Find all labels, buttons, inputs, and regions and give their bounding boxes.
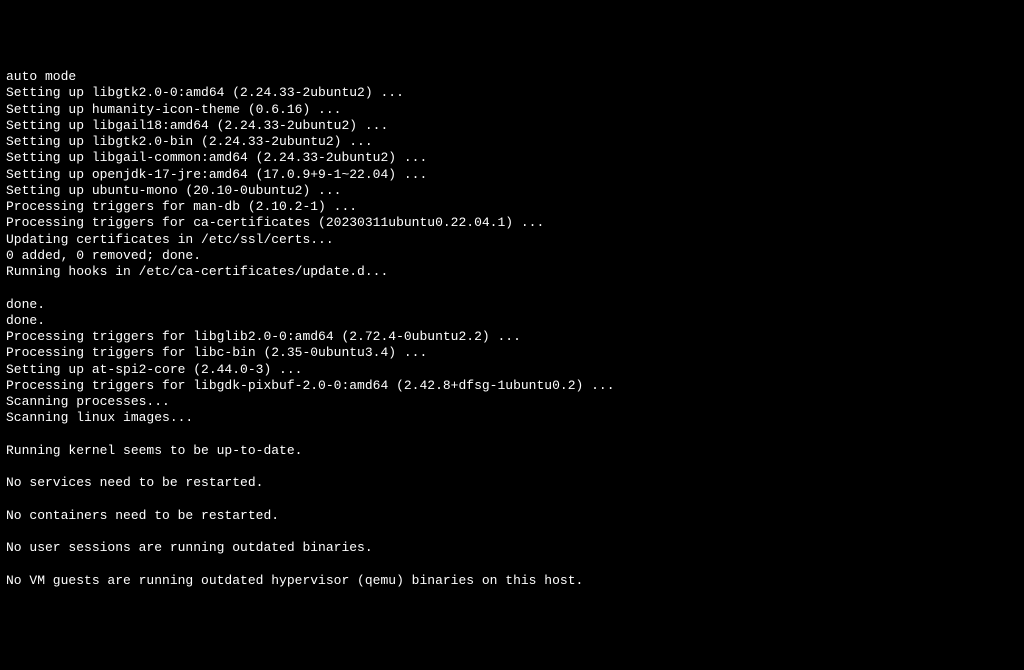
terminal-line: [6, 524, 1018, 540]
terminal-line: Setting up libgail-common:amd64 (2.24.33…: [6, 150, 1018, 166]
terminal-line: [6, 427, 1018, 443]
terminal-line: No services need to be restarted.: [6, 475, 1018, 491]
terminal-line: Setting up libgtk2.0-bin (2.24.33-2ubunt…: [6, 134, 1018, 150]
terminal-line: [6, 492, 1018, 508]
terminal-line: 0 added, 0 removed; done.: [6, 248, 1018, 264]
terminal-line: Processing triggers for libc-bin (2.35-0…: [6, 345, 1018, 361]
terminal-line: Processing triggers for libglib2.0-0:amd…: [6, 329, 1018, 345]
terminal-line: Processing triggers for man-db (2.10.2-1…: [6, 199, 1018, 215]
terminal-line: Running hooks in /etc/ca-certificates/up…: [6, 264, 1018, 280]
terminal-line: Updating certificates in /etc/ssl/certs.…: [6, 232, 1018, 248]
terminal-line: Setting up at-spi2-core (2.44.0-3) ...: [6, 362, 1018, 378]
terminal-line: [6, 557, 1018, 573]
terminal-line: Setting up openjdk-17-jre:amd64 (17.0.9+…: [6, 167, 1018, 183]
terminal-line: Scanning linux images...: [6, 410, 1018, 426]
terminal-line: Setting up libgail18:amd64 (2.24.33-2ubu…: [6, 118, 1018, 134]
terminal-line: No user sessions are running outdated bi…: [6, 540, 1018, 556]
terminal-line: done.: [6, 313, 1018, 329]
terminal-line: Setting up ubuntu-mono (20.10-0ubuntu2) …: [6, 183, 1018, 199]
terminal-line: No containers need to be restarted.: [6, 508, 1018, 524]
terminal-line: Setting up humanity-icon-theme (0.6.16) …: [6, 102, 1018, 118]
terminal-line: auto mode: [6, 69, 1018, 85]
terminal-line: Processing triggers for ca-certificates …: [6, 215, 1018, 231]
terminal-line: Processing triggers for libgdk-pixbuf-2.…: [6, 378, 1018, 394]
terminal-line: No VM guests are running outdated hyperv…: [6, 573, 1018, 589]
terminal-line: done.: [6, 297, 1018, 313]
terminal-line: [6, 280, 1018, 296]
terminal-line: [6, 459, 1018, 475]
terminal-output[interactable]: auto modeSetting up libgtk2.0-0:amd64 (2…: [6, 69, 1018, 589]
terminal-line: Setting up libgtk2.0-0:amd64 (2.24.33-2u…: [6, 85, 1018, 101]
terminal-line: Running kernel seems to be up-to-date.: [6, 443, 1018, 459]
terminal-line: Scanning processes...: [6, 394, 1018, 410]
